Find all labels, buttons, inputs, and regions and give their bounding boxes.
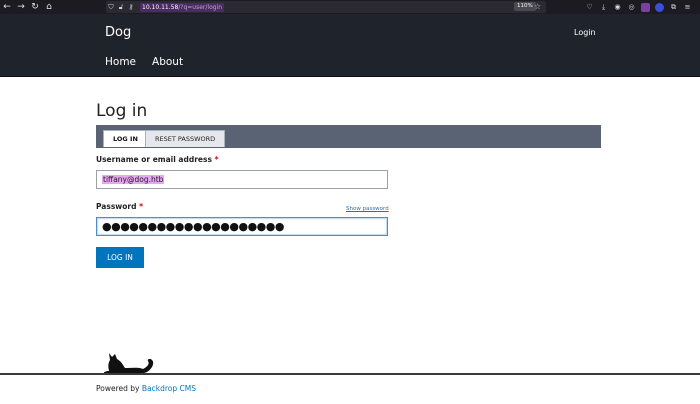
footer-divider <box>0 373 700 375</box>
password-label-text: Password <box>96 202 137 211</box>
reload-icon[interactable]: ↻ <box>28 0 42 14</box>
shield-icon[interactable]: ⛉ <box>106 1 116 13</box>
password-input[interactable]: ●●●●●●●●●●●●●●●●●●●● <box>96 217 388 236</box>
password-label: Password * <box>96 202 143 212</box>
tab-reset-password[interactable]: RESET PASSWORD <box>145 130 226 147</box>
log-in-button[interactable]: LOG IN <box>96 247 144 268</box>
nav-item-home[interactable]: Home <box>105 56 136 69</box>
site-name[interactable]: Dog <box>105 25 131 41</box>
site-header: Dog Login Home About <box>0 14 700 77</box>
tab-log-in[interactable]: LOG IN <box>103 130 148 147</box>
extension-icon[interactable] <box>641 2 650 12</box>
password-value: ●●●●●●●●●●●●●●●●●●●● <box>102 220 284 233</box>
sync-icon[interactable]: ◎ <box>627 3 636 12</box>
nav-item-about[interactable]: About <box>152 56 183 69</box>
toolbar-icons: ♡ ⤓ ◉ ◎ ⧉ ≡ <box>585 0 692 14</box>
extension-icon[interactable] <box>655 2 664 12</box>
required-mark: * <box>214 155 219 164</box>
required-mark: * <box>139 202 143 211</box>
home-icon[interactable]: ⌂ <box>42 0 56 14</box>
key-icon[interactable]: ⚷ <box>126 1 136 13</box>
url-path: /?q=user/login <box>178 3 223 11</box>
download-icon[interactable]: ⤓ <box>599 3 608 12</box>
lock-icon[interactable]: 🔓︎ <box>116 1 126 13</box>
backdrop-cms-link[interactable]: Backdrop CMS <box>142 384 196 393</box>
url-host: 10.10.11.58 <box>142 3 179 11</box>
show-password-link[interactable]: Show password <box>346 206 389 213</box>
login-link[interactable]: Login <box>574 28 596 38</box>
extensions-icon[interactable]: ⧉ <box>669 3 678 12</box>
star-icon[interactable]: ☆ <box>534 1 541 13</box>
page-title: Log in <box>96 101 148 121</box>
tabs-bar: LOG IN RESET PASSWORD <box>96 125 601 148</box>
zoom-level-badge[interactable]: 110% <box>514 2 536 11</box>
main-nav: Home About <box>105 56 183 69</box>
pocket-icon[interactable]: ♡ <box>585 3 594 12</box>
forward-icon[interactable]: → <box>14 0 28 14</box>
username-input[interactable]: tiffany@dog.htb <box>96 170 388 189</box>
username-value: tiffany@dog.htb <box>102 175 165 184</box>
username-label-text: Username or email address <box>96 155 212 164</box>
address-bar[interactable]: ⛉ 🔓︎ ⚷ 10.10.11.58/?q=user/login <box>106 1 546 13</box>
username-label: Username or email address * <box>96 155 219 165</box>
menu-icon[interactable]: ≡ <box>683 3 692 12</box>
account-icon[interactable]: ◉ <box>613 3 622 12</box>
url-text[interactable]: 10.10.11.58/?q=user/login <box>140 2 225 12</box>
back-icon[interactable]: ← <box>0 0 14 14</box>
powered-by-text: Powered by <box>96 384 140 393</box>
powered-by: Powered by Backdrop CMS <box>96 384 196 394</box>
